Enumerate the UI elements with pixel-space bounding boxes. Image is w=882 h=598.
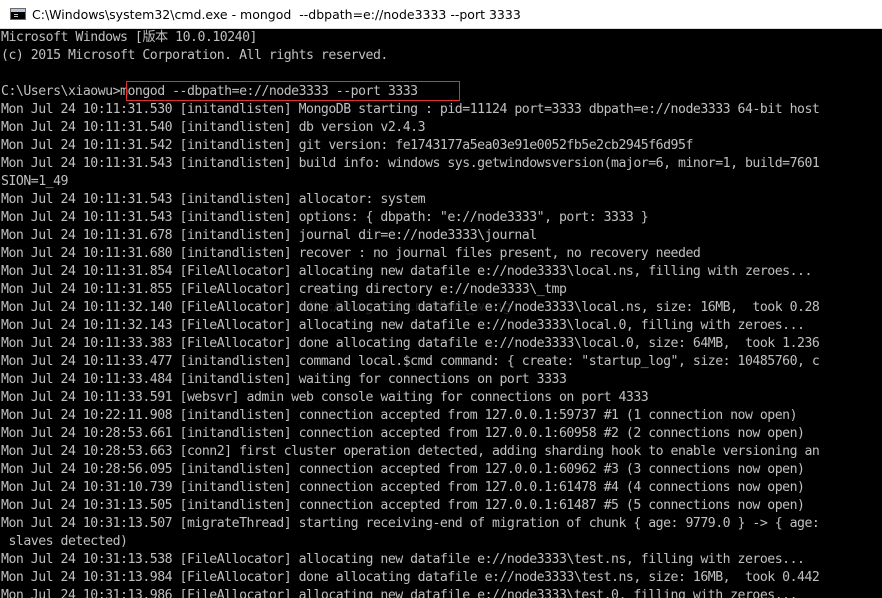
console-line: Mon Jul 24 10:31:13.507 [migrateThread] … <box>1 516 820 531</box>
console-line: Mon Jul 24 10:11:31.543 [initandlisten] … <box>1 156 820 171</box>
console-line: Mon Jul 24 10:28:53.663 [conn2] first cl… <box>1 444 820 459</box>
console-line: Mon Jul 24 10:11:33.477 [initandlisten] … <box>1 354 820 369</box>
console-line: Mon Jul 24 10:11:33.383 [FileAllocator] … <box>1 336 820 351</box>
console-line: Mon Jul 24 10:31:13.986 [FileAllocator] … <box>1 588 798 598</box>
console-line: Mon Jul 24 10:31:13.538 [FileAllocator] … <box>1 552 805 567</box>
console-line: Mon Jul 24 10:11:31.855 [FileAllocator] … <box>1 282 567 297</box>
console-line: SION=1_49 <box>1 174 68 189</box>
console-line: Mon Jul 24 10:11:33.591 [websvr] admin w… <box>1 390 649 405</box>
console-line: Mon Jul 24 10:28:56.095 [initandlisten] … <box>1 462 805 477</box>
console-line: Mon Jul 24 10:31:10.739 [initandlisten] … <box>1 480 805 495</box>
console-line: Mon Jul 24 10:31:13.984 [FileAllocator] … <box>1 570 820 585</box>
console-line: Mon Jul 24 10:28:53.661 [initandlisten] … <box>1 426 805 441</box>
console-line: Mon Jul 24 10:31:13.505 [initandlisten] … <box>1 498 805 513</box>
window-title-bar[interactable]: C:\Windows\system32\cmd.exe - mongod --d… <box>0 0 882 29</box>
console-output[interactable]: Microsoft Windows [版本 10.0.10240] (c) 20… <box>0 29 882 598</box>
console-line: Mon Jul 24 10:11:31.543 [initandlisten] … <box>1 192 426 207</box>
window-title: C:\Windows\system32\cmd.exe - mongod --d… <box>32 6 521 22</box>
console-line: Mon Jul 24 10:11:31.542 [initandlisten] … <box>1 138 693 153</box>
command-prompt-line: C:\Users\xiaowu>mongod --dbpath=e://node… <box>1 84 418 99</box>
console-line: Mon Jul 24 10:11:31.530 [initandlisten] … <box>1 102 820 117</box>
console-line: Mon Jul 24 10:22:11.908 [initandlisten] … <box>1 408 798 423</box>
console-line: slaves detected) <box>1 534 128 549</box>
console-line: Mon Jul 24 10:11:32.143 [FileAllocator] … <box>1 318 805 333</box>
console-line: (c) 2015 Microsoft Corporation. All righ… <box>1 48 388 63</box>
cmd-console-icon <box>10 8 26 20</box>
console-line: Mon Jul 24 10:11:31.854 [FileAllocator] … <box>1 264 812 279</box>
console-line: Mon Jul 24 10:11:31.540 [initandlisten] … <box>1 120 426 135</box>
console-line: Mon Jul 24 10:11:31.680 [initandlisten] … <box>1 246 701 261</box>
console-line: Microsoft Windows [版本 10.0.10240] <box>1 30 258 45</box>
console-line: Mon Jul 24 10:11:31.543 [initandlisten] … <box>1 210 649 225</box>
console-line: Mon Jul 24 10:11:33.484 [initandlisten] … <box>1 372 567 387</box>
console-line: Mon Jul 24 10:11:32.140 [FileAllocator] … <box>1 300 820 315</box>
console-line: Mon Jul 24 10:11:31.678 [initandlisten] … <box>1 228 537 243</box>
